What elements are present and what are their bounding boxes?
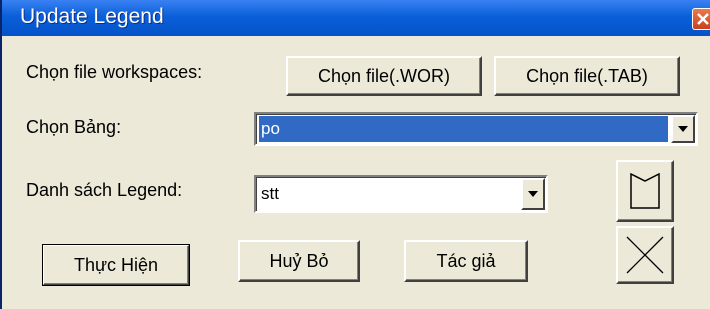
legend-label: Danh sách Legend: — [26, 180, 183, 200]
table-select[interactable]: po — [254, 112, 698, 146]
execute-button[interactable]: Thực Hiện — [42, 244, 190, 286]
choose-tab-button[interactable]: Chọn file(.TAB) — [494, 56, 680, 96]
chevron-down-icon — [678, 126, 688, 132]
legend-select-value: stt — [261, 184, 279, 203]
cross-icon — [626, 236, 664, 274]
workspace-label: Chọn file workspaces: — [26, 62, 203, 82]
author-button[interactable]: Tác giả — [404, 240, 528, 282]
close-icon — [697, 13, 709, 25]
table-select-value: po — [259, 116, 668, 142]
update-legend-window: Update Legend Chọn file workspaces: Chọn… — [0, 0, 710, 309]
chevron-down-icon — [528, 191, 538, 197]
title-bar[interactable]: Update Legend — [2, 0, 710, 36]
window-title: Update Legend — [20, 5, 164, 28]
legend-dropdown-button[interactable] — [521, 178, 545, 210]
table-label: Chọn Bảng: — [26, 117, 122, 137]
legend-select[interactable]: stt — [254, 175, 548, 213]
banner-icon — [630, 173, 660, 209]
banner-button[interactable] — [616, 160, 674, 222]
cancel-button[interactable]: Huỷ Bỏ — [238, 240, 360, 282]
cross-button[interactable] — [616, 226, 674, 284]
choose-wor-button[interactable]: Chọn file(.WOR) — [286, 56, 482, 96]
table-dropdown-button[interactable] — [671, 115, 695, 143]
close-button[interactable] — [692, 8, 710, 30]
